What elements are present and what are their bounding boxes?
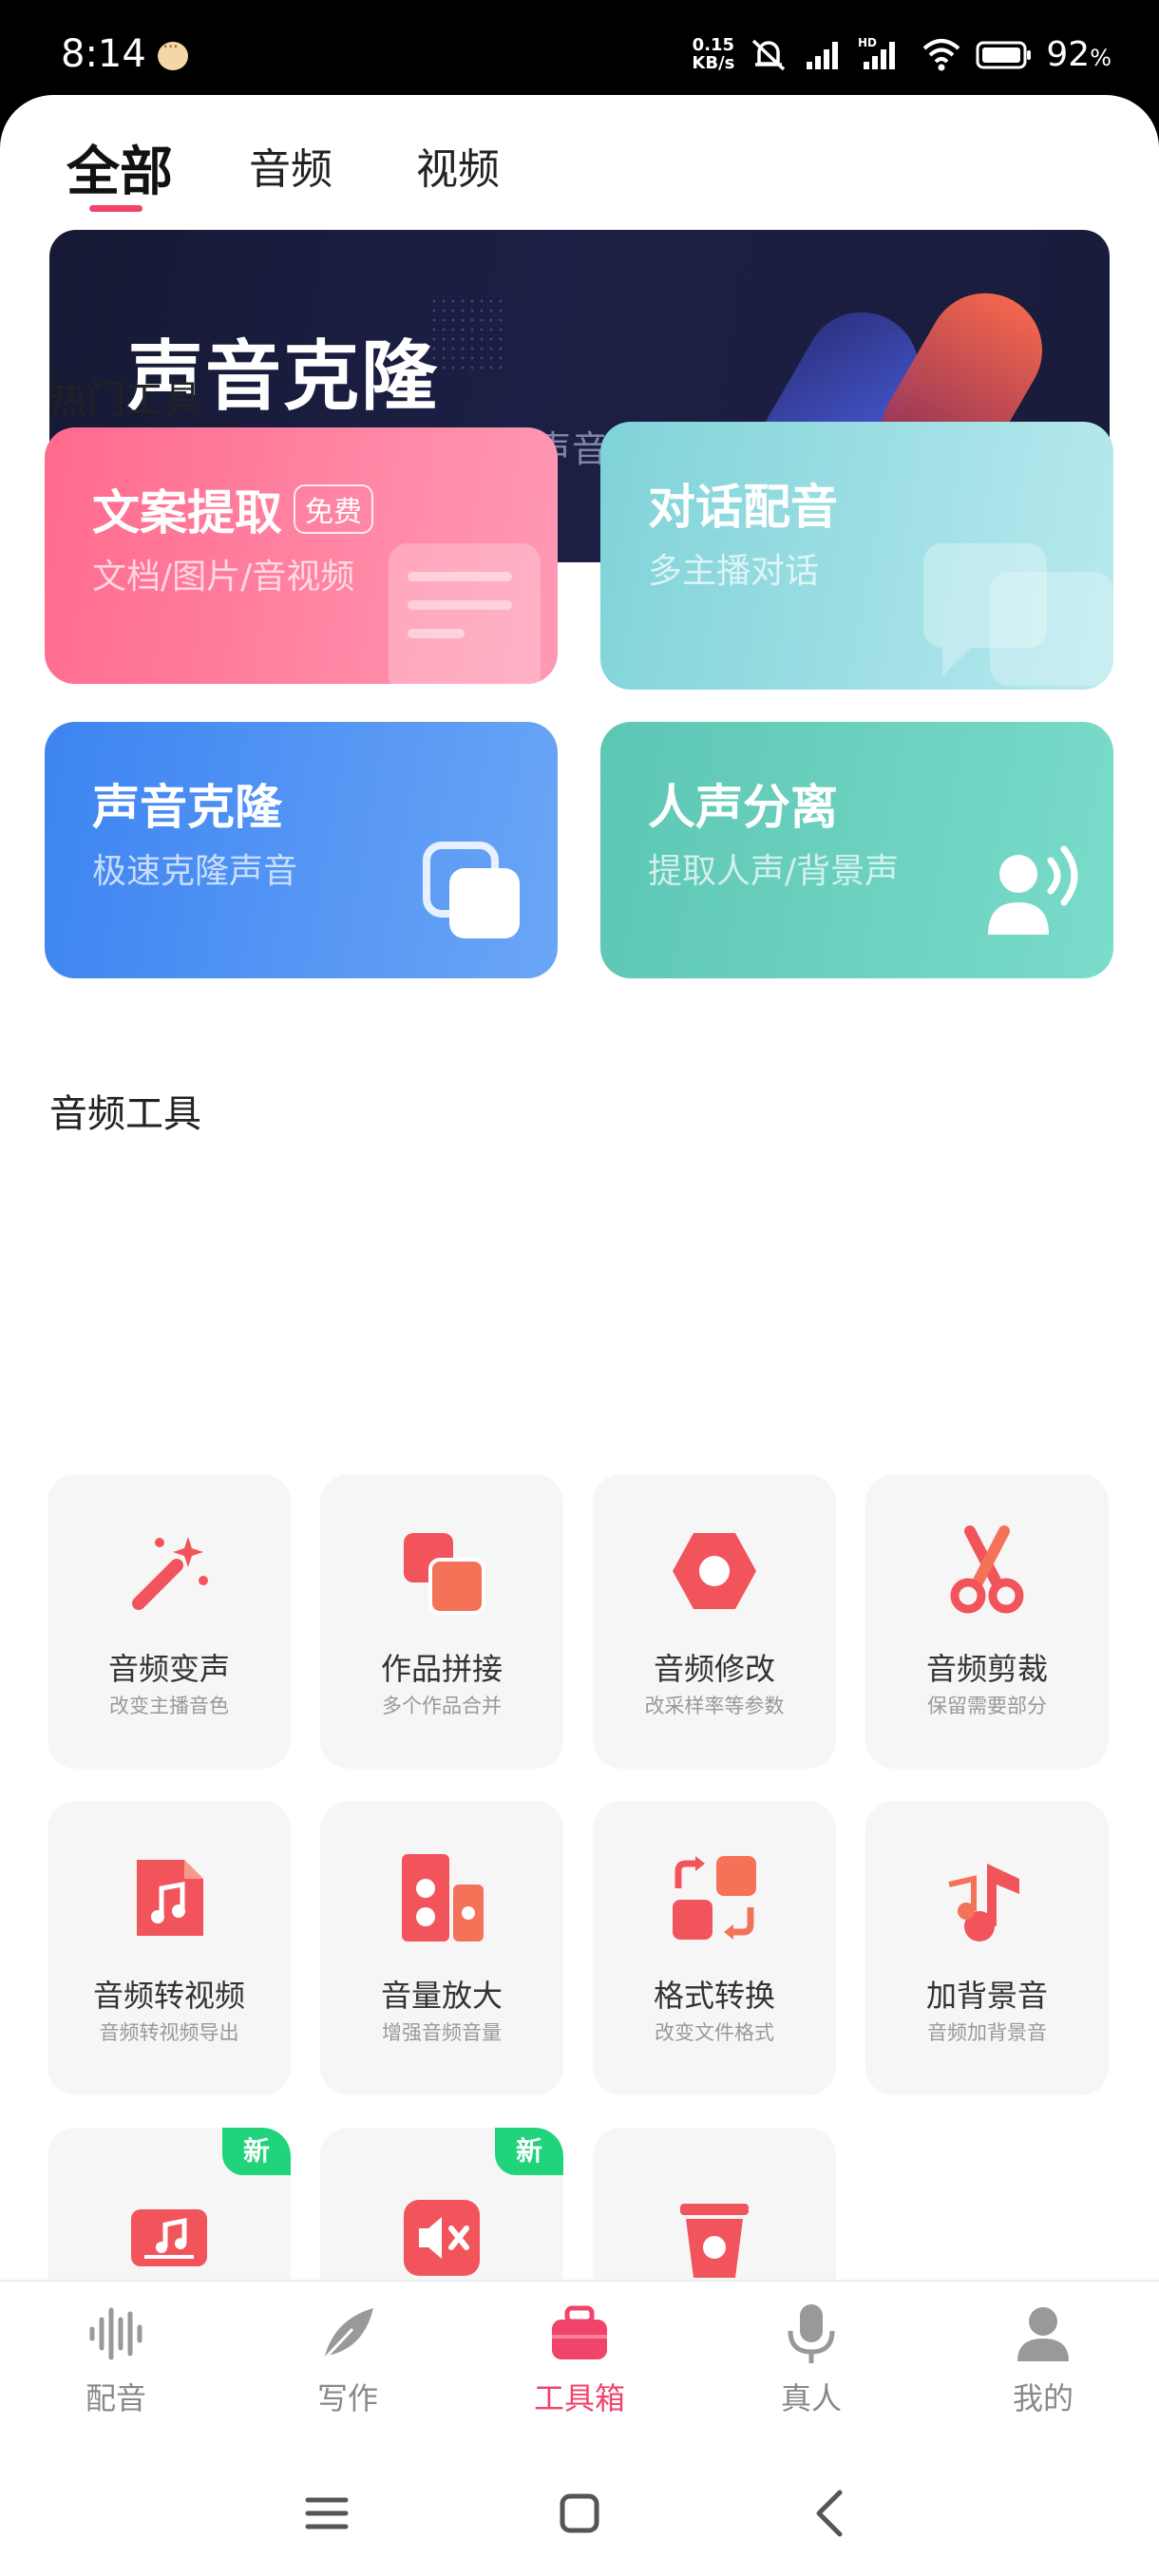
tool-name: 音频变声 [107, 1651, 230, 1687]
hot-tool-subtitle: 提取人声/背景声 [648, 852, 900, 891]
hot-tool-title: 声音克隆 [92, 780, 282, 835]
hot-tool-text-extract[interactable]: 文案提取 免费 文档/图片/音视频 [45, 427, 558, 684]
hexagon-settings-icon [673, 1533, 756, 1609]
tool-volume-boost[interactable]: 音量放大 增强音频音量 [320, 1801, 563, 2095]
nav-label: 配音 [85, 2380, 146, 2416]
nav-label: 真人 [780, 2380, 842, 2416]
tool-add-bgm[interactable]: 加背景音 音频加背景音 [865, 1801, 1109, 2095]
hot-tool-subtitle: 多主播对话 [648, 552, 820, 591]
back-icon[interactable] [804, 2485, 861, 2542]
tool-desc: 音频加背景音 [927, 2021, 1047, 2044]
tool-name: 音频修改 [653, 1651, 775, 1687]
convert-icon [673, 1856, 756, 1940]
hot-tool-subtitle: 极速克隆声音 [92, 852, 298, 891]
banner-dots-decoration [429, 296, 505, 372]
tool-desc: 保留需要部分 [927, 1695, 1047, 1717]
svg-text:HD: HD [858, 36, 877, 49]
microphone-icon [788, 2304, 835, 2363]
merge-icon [404, 1533, 485, 1615]
battery-percent: 92% [1046, 34, 1112, 74]
mute-icon [404, 2200, 480, 2276]
new-badge: 新 [222, 2128, 291, 2175]
music-screen-icon [131, 2209, 207, 2266]
tab-audio[interactable]: 音频 [249, 135, 332, 196]
chat-bubbles-icon [923, 543, 1113, 686]
signal-hd-icon: HD [858, 36, 896, 69]
tool-voice-changer[interactable]: 音频变声 改变主播音色 [48, 1474, 291, 1769]
battery-icon [976, 41, 1032, 69]
tool-name: 格式转换 [653, 1978, 775, 2014]
waveform-icon [89, 2307, 142, 2360]
menu-icon[interactable] [298, 2485, 355, 2542]
new-badge: 新 [495, 2128, 563, 2175]
person-voice-icon [988, 845, 1078, 935]
copy-icon [423, 842, 520, 938]
speaker-icon [402, 1854, 484, 1941]
hot-tools-title: 热门工具 [49, 378, 201, 422]
bottom-navigation: 配音 写作 工具箱 真人 我的 [0, 2280, 1159, 2451]
tool-name: 音频转视频 [92, 1978, 245, 2014]
home-icon[interactable] [551, 2485, 608, 2542]
nav-toolbox[interactable]: 工具箱 [504, 2301, 656, 2418]
audio-tools-title: 音频工具 [49, 1092, 201, 1136]
tool-work-merge[interactable]: 作品拼接 多个作品合并 [320, 1474, 563, 1769]
toolbox-screen: 全部 音频 视频 声音克隆 告别繁琐配音，完美克隆声音 热门工具 文案提取免费 … [0, 95, 1159, 2576]
tool-desc: 增强音频音量 [382, 2021, 502, 2044]
tool-name: 音量放大 [380, 1978, 503, 2014]
profile-icon [1017, 2307, 1069, 2361]
hot-tool-vocal-separation[interactable]: 人声分离 提取人声/背景声 [600, 722, 1113, 978]
nav-label: 工具箱 [533, 2380, 625, 2416]
hot-tool-title: 对话配音 [648, 480, 838, 535]
nav-dubbing[interactable]: 配音 [40, 2301, 192, 2418]
nav-label: 写作 [316, 2380, 378, 2416]
feather-icon [322, 2308, 373, 2361]
tool-desc: 音频转视频导出 [99, 2021, 239, 2044]
document-icon [389, 543, 541, 684]
tool-format-convert[interactable]: 格式转换 改变文件格式 [593, 1801, 836, 2095]
hot-tool-dialogue-dubbing[interactable]: 对话配音 多主播对话 [600, 422, 1113, 690]
alarm-off-icon [752, 39, 786, 71]
tool-desc: 改采样率等参数 [644, 1695, 785, 1717]
wifi-icon [923, 39, 960, 71]
active-tab-indicator [89, 205, 142, 212]
free-badge: 免费 [294, 484, 373, 534]
hot-tool-title: 文案提取 [92, 485, 282, 540]
magic-wand-icon [132, 1537, 208, 1610]
tool-desc: 多个作品合并 [382, 1695, 502, 1717]
tab-video[interactable]: 视频 [416, 135, 500, 196]
toolbox-icon [552, 2305, 607, 2359]
system-navigation-bar [0, 2451, 1159, 2576]
nav-label: 我的 [1012, 2380, 1074, 2416]
tool-audio-edit[interactable]: 音频修改 改采样率等参数 [593, 1474, 836, 1769]
tool-audio-trim[interactable]: 音频剪裁 保留需要部分 [865, 1474, 1109, 1769]
tool-name: 作品拼接 [380, 1651, 503, 1687]
hot-tool-voice-clone[interactable]: 声音克隆 极速克隆声音 [45, 722, 558, 978]
nav-mine[interactable]: 我的 [967, 2301, 1119, 2418]
hot-tool-title: 人声分离 [648, 780, 838, 835]
network-speed: 0.15 KB/s [692, 35, 735, 73]
tool-audio-to-video[interactable]: 音频转视频 音频转视频导出 [48, 1801, 291, 2095]
music-note-icon [948, 1864, 1019, 1941]
tab-all[interactable]: 全部 [66, 129, 173, 206]
category-tabs: 全部 音频 视频 [0, 95, 1159, 228]
scissors-icon [950, 1525, 1024, 1614]
chat-notification-icon [158, 35, 188, 70]
tool-name: 音频剪裁 [925, 1651, 1048, 1687]
signal-icon [807, 42, 839, 69]
status-time: 8:14 [61, 32, 146, 76]
hot-tool-subtitle: 文档/图片/音视频 [92, 558, 355, 597]
tool-name: 加背景音 [925, 1978, 1048, 2014]
record-bucket-icon [680, 2204, 749, 2278]
status-bar: 8:14 0.15 KB/s HD [0, 0, 1159, 104]
nav-writing[interactable]: 写作 [272, 2301, 424, 2418]
tool-desc: 改变文件格式 [655, 2021, 774, 2044]
tool-desc: 改变主播音色 [109, 1695, 229, 1717]
nav-real-person[interactable]: 真人 [735, 2301, 887, 2418]
music-file-icon [137, 1860, 203, 1936]
